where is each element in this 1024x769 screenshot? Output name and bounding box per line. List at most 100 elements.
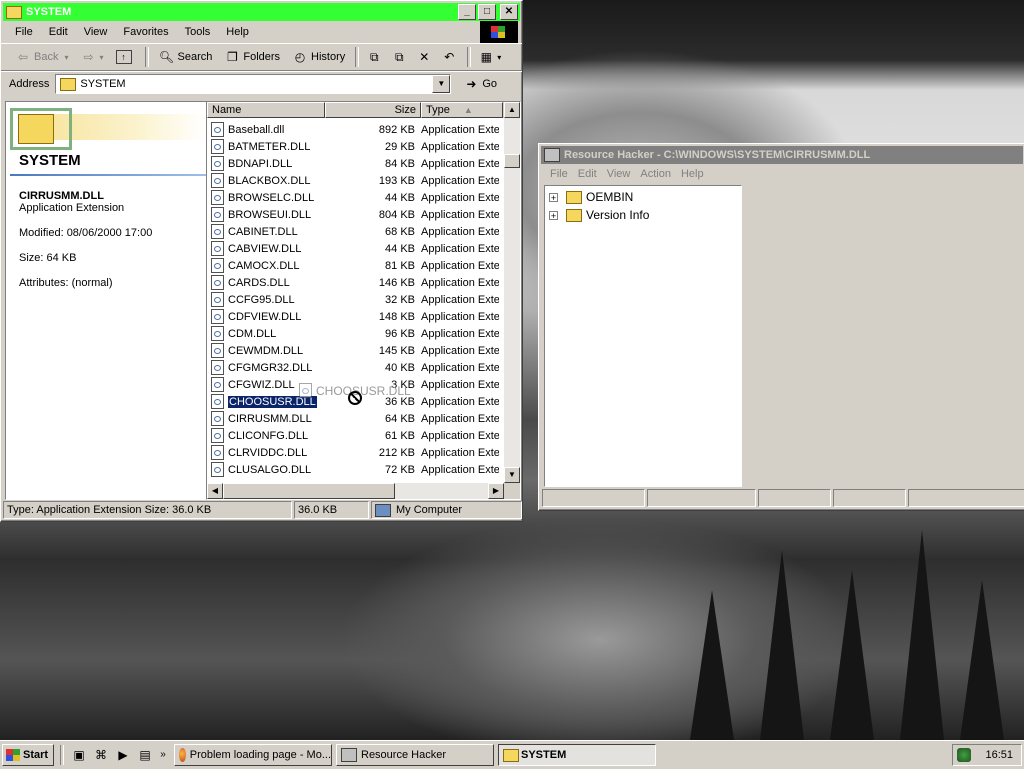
file-type: Application Exte [421, 361, 499, 374]
file-row[interactable]: CDM.DLL 96 KB Application Exte [207, 325, 520, 342]
desktop-icon[interactable]: ▤ [137, 747, 153, 763]
address-dropdown-button[interactable]: ▼ [432, 75, 451, 93]
explorer-titlebar[interactable]: SYSTEM _ □ ✕ [3, 3, 520, 21]
menu-file[interactable]: File [7, 26, 41, 38]
reshacker-titlebar[interactable]: Resource Hacker - C:\WINDOWS\SYSTEM\CIRR… [541, 146, 1023, 164]
expand-icon[interactable]: + [549, 192, 558, 202]
file-name: CFGWIZ.DLL [228, 378, 295, 391]
task-button-resource-hacker[interactable]: Resource Hacker [336, 744, 494, 766]
file-row[interactable]: CLRVIDDC.DLL 212 KB Application Exte [207, 444, 520, 461]
column-header-size[interactable]: Size [325, 102, 421, 118]
delete-button[interactable]: ✕ [413, 46, 438, 68]
hscroll-thumb[interactable] [223, 483, 395, 499]
tree-node-oembin[interactable]: + OEMBIN [549, 188, 741, 206]
network-icon[interactable]: ⌘ [93, 747, 109, 763]
move-to-button[interactable]: ⧉ [363, 46, 388, 68]
menu-view[interactable]: View [76, 26, 116, 38]
search-icon: 🔍︎ [158, 50, 175, 64]
menu-edit[interactable]: Edit [41, 26, 76, 38]
menu-tools[interactable]: Tools [177, 26, 219, 38]
history-label: History [311, 51, 346, 63]
dropdown-arrow-icon[interactable]: ▾ [99, 53, 103, 62]
horizontal-scrollbar[interactable]: ◀ ▶ [207, 483, 504, 499]
dll-file-icon [211, 445, 224, 460]
file-row[interactable]: BDNAPI.DLL 84 KB Application Exte [207, 155, 520, 172]
views-button[interactable]: ▦ ▾ [475, 46, 504, 68]
up-folder-button[interactable]: ↑ [110, 46, 141, 68]
scroll-up-button[interactable]: ▲ [504, 102, 520, 118]
close-button[interactable]: ✕ [500, 4, 518, 20]
column-header-name[interactable]: Name [207, 102, 325, 118]
file-size: 44 KB [385, 191, 415, 204]
menu-favorites[interactable]: Favorites [115, 26, 176, 38]
start-button[interactable]: Start [2, 744, 54, 766]
file-name-cell: CABINET.DLL [207, 224, 327, 239]
taskbar-separator [60, 745, 64, 765]
undo-button[interactable]: ↶ [438, 46, 463, 68]
file-row[interactable]: CCFG95.DLL 32 KB Application Exte [207, 291, 520, 308]
file-size: 96 KB [385, 327, 415, 340]
dropdown-arrow-icon[interactable]: ▾ [64, 53, 68, 62]
file-row[interactable]: CARDS.DLL 146 KB Application Exte [207, 274, 520, 291]
file-row[interactable]: CAMOCX.DLL 81 KB Application Exte [207, 257, 520, 274]
show-desktop-icon[interactable]: ▣ [71, 747, 87, 763]
menu-view[interactable]: View [602, 168, 636, 180]
file-name-cell: BATMETER.DLL [207, 139, 327, 154]
go-button[interactable]: ➜ Go [457, 73, 503, 95]
vertical-scrollbar[interactable]: ▲ ▼ [504, 102, 520, 483]
file-name-cell: CABVIEW.DLL [207, 241, 327, 256]
status-panel [908, 489, 1024, 507]
clock[interactable]: 16:51 [985, 749, 1013, 761]
back-button[interactable]: ⇦ Back ▾ [9, 46, 74, 68]
task-button-system[interactable]: SYSTEM [498, 744, 656, 766]
file-type: Application Exte [421, 157, 499, 170]
file-type: Application Exte [421, 446, 499, 459]
file-row[interactable]: BLACKBOX.DLL 193 KB Application Exte [207, 172, 520, 189]
folders-button[interactable]: ❐ Folders [218, 46, 286, 68]
menu-file[interactable]: File [545, 168, 573, 180]
chevron-right-icon[interactable]: » [159, 747, 167, 763]
file-name: BATMETER.DLL [228, 140, 311, 153]
file-row[interactable]: CABVIEW.DLL 44 KB Application Exte [207, 240, 520, 257]
scroll-thumb[interactable] [504, 154, 520, 168]
file-row[interactable]: BROWSEUI.DLL 804 KB Application Exte [207, 206, 520, 223]
copy-to-button[interactable]: ⧉ [388, 46, 413, 68]
menu-help[interactable]: Help [218, 26, 257, 38]
menu-action[interactable]: Action [635, 168, 676, 180]
file-row[interactable]: CFGMGR32.DLL 40 KB Application Exte [207, 359, 520, 376]
forward-button[interactable]: ⇨ ▾ [74, 46, 109, 68]
file-row[interactable]: CEWMDM.DLL 145 KB Application Exte [207, 342, 520, 359]
file-row[interactable]: BROWSELC.DLL 44 KB Application Exte [207, 189, 520, 206]
expand-icon[interactable]: + [549, 210, 558, 220]
file-type: Application Exte [421, 412, 499, 425]
dll-file-icon [211, 292, 224, 307]
scroll-left-button[interactable]: ◀ [207, 483, 223, 499]
file-row[interactable]: CDFVIEW.DLL 148 KB Application Exte [207, 308, 520, 325]
resource-tree[interactable]: + OEMBIN + Version Info [544, 185, 742, 487]
file-row[interactable]: Baseball.dll 892 KB Application Exte [207, 121, 520, 138]
file-list[interactable]: Name Size Type ▲ Baseball.dll 892 KB Appli… [206, 101, 521, 500]
task-button-browser[interactable]: Problem loading page - Mo... [174, 744, 332, 766]
search-button[interactable]: 🔍︎ Search [153, 46, 219, 68]
history-button[interactable]: ◴ History [286, 46, 351, 68]
file-row[interactable]: CLUSALGO.DLL 72 KB Application Exte [207, 461, 520, 478]
menu-help[interactable]: Help [676, 168, 709, 180]
menu-edit[interactable]: Edit [573, 168, 602, 180]
column-header-type[interactable]: Type ▲ [421, 102, 503, 118]
menu-row: File Edit View Favorites Tools Help [1, 21, 522, 43]
scroll-right-button[interactable]: ▶ [488, 483, 504, 499]
selected-file-size: Size: 64 KB [19, 252, 77, 264]
address-input[interactable]: SYSTEM ▼ [55, 74, 452, 94]
start-label: Start [23, 749, 49, 761]
network-tray-icon[interactable] [957, 748, 972, 762]
tree-node-version-info[interactable]: + Version Info [549, 206, 741, 224]
media-player-icon[interactable]: ▶ [115, 747, 131, 763]
maximize-button[interactable]: □ [478, 4, 496, 20]
file-row[interactable]: CLICONFG.DLL 61 KB Application Exte [207, 427, 520, 444]
file-row[interactable]: BATMETER.DLL 29 KB Application Exte [207, 138, 520, 155]
scroll-down-button[interactable]: ▼ [504, 467, 520, 483]
file-row[interactable]: CIRRUSMM.DLL 64 KB Application Exte [207, 410, 520, 427]
file-row[interactable]: CABINET.DLL 68 KB Application Exte [207, 223, 520, 240]
dropdown-arrow-icon[interactable]: ▾ [497, 53, 501, 62]
minimize-button[interactable]: _ [458, 4, 476, 20]
